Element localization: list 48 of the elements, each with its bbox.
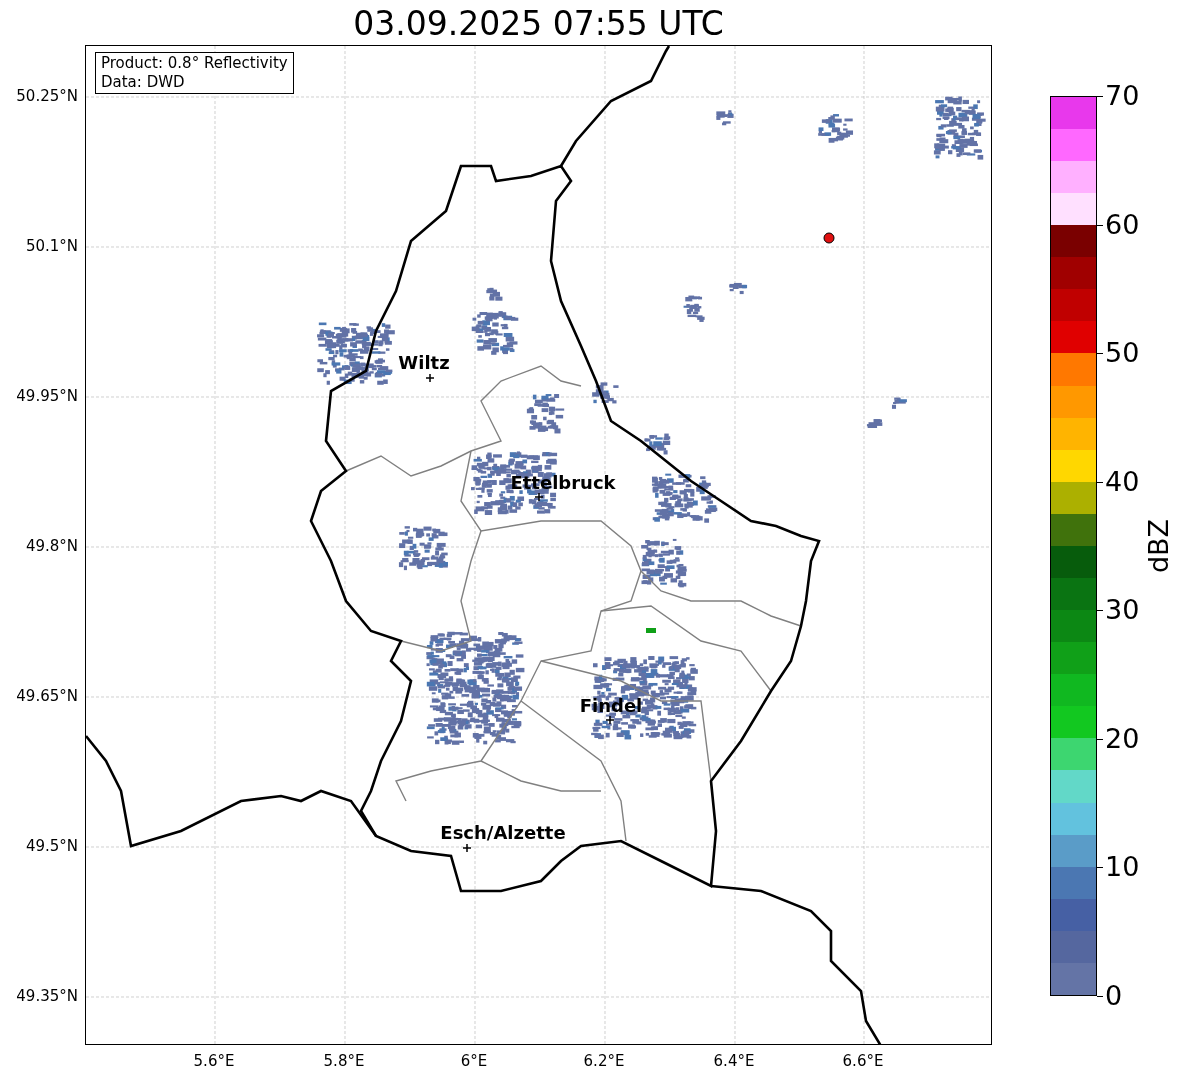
longitude-label: 5.6°E — [193, 1051, 235, 1072]
radar-echo — [866, 419, 883, 428]
radar-echo — [729, 282, 748, 295]
latitude-label: 49.95°N — [16, 385, 78, 407]
radar-echo — [398, 526, 448, 571]
radar-echo — [651, 473, 718, 523]
radar-echo — [486, 287, 503, 301]
station-marker-icon — [823, 232, 835, 244]
radar-echo — [646, 628, 656, 633]
city-marker-icon — [426, 374, 434, 382]
radar-echo — [716, 110, 734, 126]
radar-echo — [644, 433, 671, 455]
colorbar-title: dBZ — [1141, 518, 1175, 574]
city-label: Esch/Alzette — [440, 820, 566, 845]
latitude-label: 49.5°N — [25, 835, 78, 857]
latitude-label: 49.8°N — [25, 535, 78, 557]
longitude-label: 6.6°E — [842, 1051, 884, 1072]
chart-title: 03.09.2025 07:55 UTC — [352, 4, 725, 44]
radar-echo — [683, 295, 705, 322]
colorbar-tick-label: 40 — [1105, 466, 1140, 497]
latitude-label: 49.65°N — [16, 685, 78, 707]
longitude-label: 6.2°E — [583, 1051, 625, 1072]
radar-echo — [471, 311, 519, 355]
latitude-label: 50.25°N — [16, 85, 78, 107]
city-marker-icon — [606, 716, 614, 724]
colorbar-tick-label: 30 — [1105, 595, 1140, 626]
longitude-label: 5.8°E — [323, 1051, 365, 1072]
radar-echo — [592, 382, 619, 404]
info-text: Product: 0.8° Reflectivity — [101, 54, 288, 73]
radar-echo — [933, 96, 986, 160]
city-marker-icon — [535, 493, 543, 501]
colorbar-tick-label: 10 — [1105, 852, 1140, 883]
latitude-label: 50.1°N — [25, 235, 78, 257]
city-marker-icon — [463, 844, 471, 852]
radar-echo — [641, 538, 687, 588]
longitude-label: 6°E — [460, 1051, 488, 1072]
info-text: Data: DWD — [101, 73, 186, 92]
latitude-label: 49.35°N — [16, 985, 78, 1007]
radar-echo — [818, 114, 854, 143]
longitude-label: 6.4°E — [713, 1051, 755, 1072]
colorbar-tick-label: 60 — [1105, 209, 1140, 240]
colorbar-tick-label: 50 — [1105, 338, 1140, 369]
colorbar-tick-label: 70 — [1105, 81, 1140, 111]
radar-echo — [891, 397, 907, 409]
radar-echo — [526, 394, 565, 434]
colorbar-tick-label: 20 — [1105, 723, 1140, 754]
colorbar-tick-label: 0 — [1105, 981, 1123, 1011]
city-label: Wiltz — [398, 350, 450, 375]
